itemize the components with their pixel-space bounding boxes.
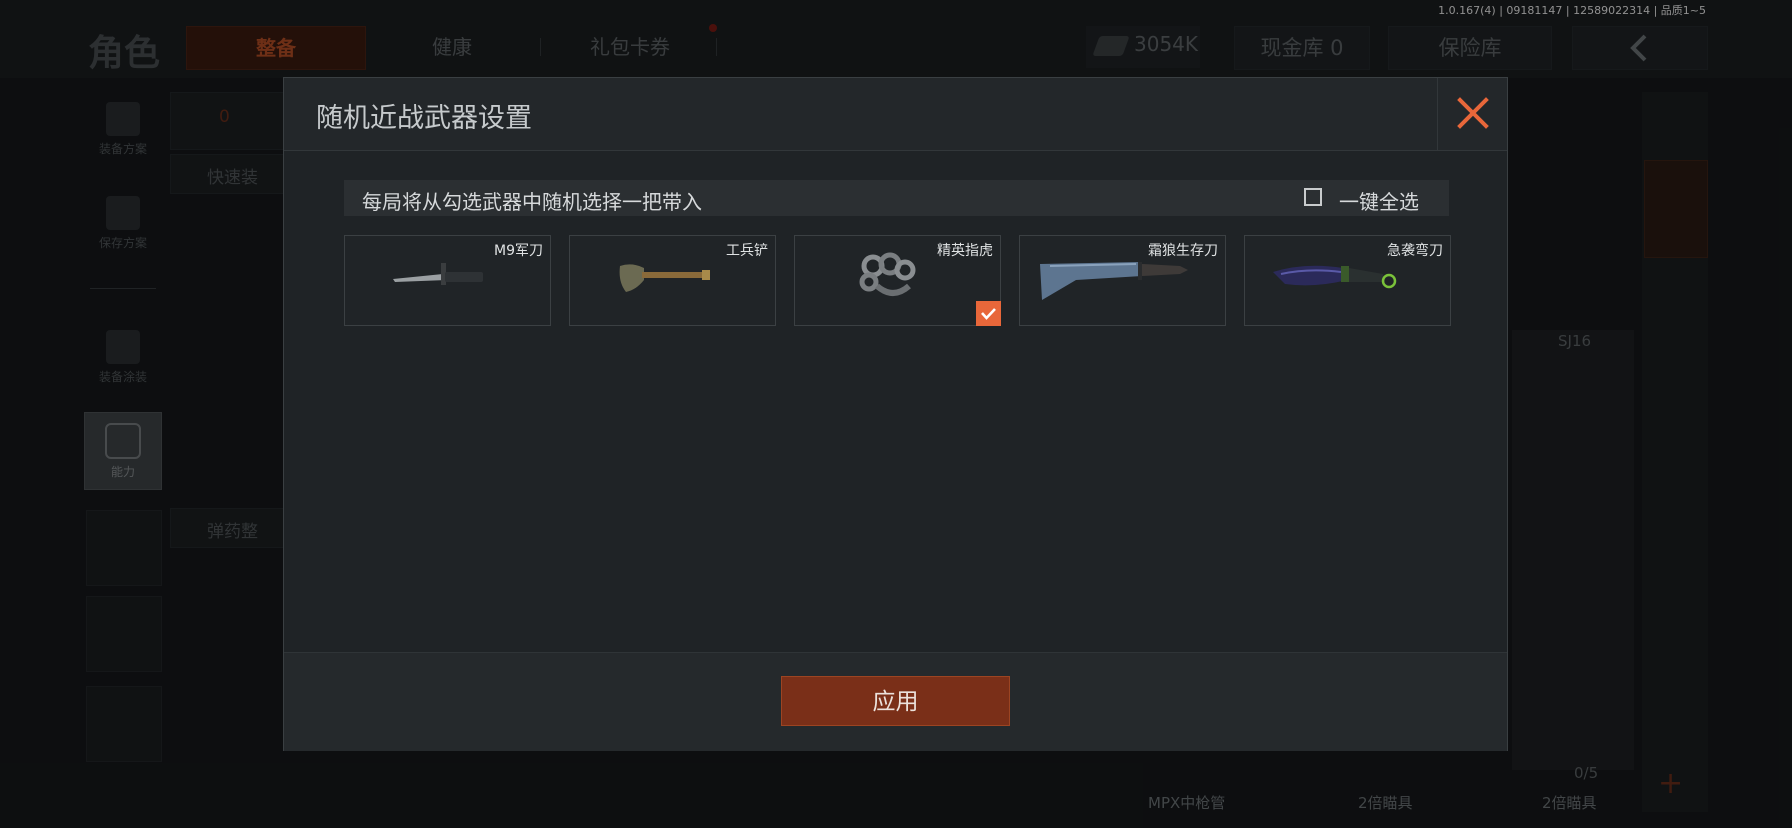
weapon-name: 精英指虎 xyxy=(937,243,993,259)
close-button[interactable] xyxy=(1437,78,1508,150)
close-icon xyxy=(1457,97,1489,129)
weapon-card-m9[interactable]: M9军刀 xyxy=(344,235,551,326)
melee-settings-dialog: 随机近战武器设置 每局将从勾选武器中随机选择一把带入 一键全选 M9军刀 工兵铲 xyxy=(283,77,1508,751)
dialog-header: 随机近战武器设置 xyxy=(284,78,1507,151)
weapon-card-machete[interactable]: 霜狼生存刀 xyxy=(1019,235,1226,326)
checkbox-icon xyxy=(1304,188,1322,206)
dialog-title: 随机近战武器设置 xyxy=(316,103,532,134)
weapon-name: M9军刀 xyxy=(494,243,543,259)
weapon-card-knuckles[interactable]: 精英指虎 xyxy=(794,235,1001,326)
weapon-name: 急袭弯刀 xyxy=(1387,243,1443,259)
weapon-card-karambit[interactable]: 急袭弯刀 xyxy=(1244,235,1451,326)
weapon-card-shovel[interactable]: 工兵铲 xyxy=(569,235,776,326)
instruction-text: 每局将从勾选武器中随机选择一把带入 xyxy=(362,190,702,214)
weapon-name: 工兵铲 xyxy=(726,243,768,259)
instruction-bar: 每局将从勾选武器中随机选择一把带入 一键全选 xyxy=(344,180,1449,216)
weapon-name: 霜狼生存刀 xyxy=(1148,243,1218,259)
selected-check-icon xyxy=(976,301,1001,326)
select-all-label: 一键全选 xyxy=(1339,190,1419,214)
apply-button[interactable]: 应用 xyxy=(781,676,1010,726)
